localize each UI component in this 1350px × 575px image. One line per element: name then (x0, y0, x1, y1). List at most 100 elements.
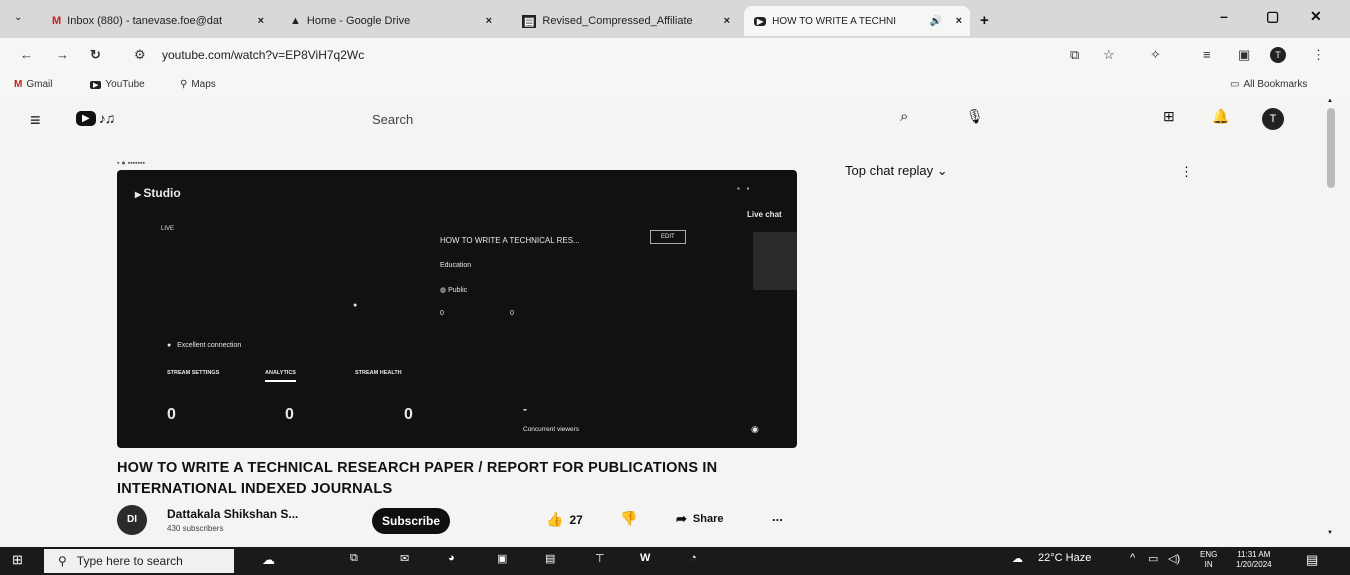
studio-edit-button: EDIT (650, 230, 686, 244)
scroll-up-icon[interactable]: ▲ (1327, 98, 1333, 104)
bookmark-gmail[interactable]: M Gmail (14, 79, 52, 90)
windows-taskbar: ⊞ ⚲ Type here to search ☁ ⧉ ✉ ◕ ▣ ▤ ⊤ W … (0, 547, 1350, 575)
store-icon[interactable]: ▣ (497, 552, 507, 565)
notifications-bell-icon[interactable]: 🔔 (1212, 108, 1229, 125)
studio-top-icons: ▪ ▪ (737, 184, 750, 193)
chrome-icon[interactable]: ◕ (448, 552, 455, 564)
studio-help-icon: ◉ (751, 424, 759, 434)
like-count: 27 (569, 512, 583, 527)
bookmarks-bar: M Gmail ▶ YouTube ⚲ Maps ▭ All Bookmarks (0, 74, 1350, 98)
profile-avatar[interactable]: T (1270, 47, 1286, 63)
scroll-down-icon[interactable]: ▼ (1327, 530, 1333, 536)
tab-drive[interactable]: ▲ Home - Google Drive × (280, 6, 500, 36)
channel-name[interactable]: Dattakala Shikshan S... (167, 507, 298, 521)
clock[interactable]: 11:31 AM 1/20/2024 (1236, 550, 1272, 570)
tray-chevron-icon[interactable]: ^ (1130, 552, 1135, 564)
back-icon[interactable]: ← (20, 47, 33, 62)
search-icon[interactable]: ⌕ (900, 108, 908, 125)
menu-icon[interactable]: ⋮ (1312, 47, 1325, 63)
weather-label[interactable]: 22°C Haze (1038, 552, 1091, 564)
tab-label: Inbox (880) - tanevase.foe@dat (67, 15, 223, 27)
status-dot-icon: ● (167, 342, 178, 349)
close-icon[interactable]: × (486, 15, 492, 27)
volume-icon[interactable]: ◁) (1168, 552, 1180, 565)
speaker-icon[interactable]: 🔊 (930, 16, 942, 27)
studio-video-title: HOW TO WRITE A TECHNICAL RES... (440, 236, 580, 245)
side-panel-icon[interactable]: ▣ (1238, 47, 1250, 63)
new-tab-button[interactable]: + (980, 12, 989, 29)
bookmark-star-icon[interactable]: ☆ (1103, 47, 1115, 63)
like-button[interactable]: 👍 27 (546, 511, 583, 528)
folder-icon: ▭ (1230, 79, 1240, 90)
extensions-icon[interactable]: ✧ (1150, 47, 1161, 63)
channel-avatar[interactable]: DI (117, 505, 147, 535)
tab-doc[interactable]: ▤ Revised_Compressed_Affiliate × (512, 6, 738, 36)
youtube-header: ≡ ▶ ♪♫ Search ⌕ 🎙 ⊞ 🔔 T (0, 98, 1320, 142)
tab-label: Home - Google Drive (306, 15, 411, 27)
account-avatar[interactable]: T (1262, 108, 1284, 130)
windows-start-icon[interactable]: ⊞ (12, 552, 23, 568)
share-button[interactable]: ➦ Share (676, 511, 723, 527)
maximize-icon[interactable]: ▢ (1266, 8, 1279, 25)
close-icon[interactable]: × (258, 15, 264, 27)
studio-visibility: ◍ Public (440, 287, 468, 294)
language-indicator[interactable]: ENG IN (1200, 550, 1217, 570)
forward-icon[interactable]: → (56, 47, 69, 62)
more-actions-button[interactable]: ... (772, 509, 783, 524)
youtube-icon: ▶ (754, 16, 767, 26)
scrollbar-thumb[interactable] (1327, 108, 1335, 188)
taskbar-widget-icon[interactable]: ☁ (262, 552, 275, 568)
task-view-icon[interactable]: ⧉ (350, 552, 358, 565)
app-icon[interactable]: ◔ (690, 552, 697, 564)
studio-counter-2: 0 (285, 406, 294, 423)
media-icon[interactable]: ≡ (1203, 47, 1211, 62)
video-title: HOW TO WRITE A TECHNICAL RESEARCH PAPER … (117, 460, 718, 497)
close-window-icon[interactable]: ✕ (1310, 8, 1322, 25)
studio-tab-analytics: ANALYTICS (265, 370, 296, 382)
microphone-icon[interactable]: 🎙 (966, 108, 984, 125)
cast-icon[interactable]: ⧉ (1070, 47, 1079, 63)
drive-icon: ▲ (290, 15, 301, 27)
create-video-icon[interactable]: ⊞ (1163, 108, 1175, 125)
url-field[interactable]: youtube.com/watch?v=EP8ViH7q2Wc (162, 48, 364, 62)
bookmark-label: Gmail (26, 79, 53, 90)
file-explorer-icon[interactable]: ▤ (545, 552, 555, 565)
mail-icon[interactable]: ✉ (400, 552, 409, 565)
share-label: Share (692, 513, 724, 525)
reload-icon[interactable]: ↻ (90, 47, 101, 63)
youtube-play-icon: ▶ (76, 110, 96, 126)
network-tool-icon[interactable]: ⊤ (595, 552, 605, 565)
hamburger-menu-icon[interactable]: ≡ (30, 110, 41, 131)
network-icon[interactable]: ▭ (1148, 552, 1158, 565)
word-icon[interactable]: W (640, 552, 650, 564)
address-bar-row: ← → ↻ ⚙ youtube.com/watch?v=EP8ViH7q2Wc … (0, 38, 1350, 74)
page-scrollbar[interactable]: ▲ ▼ (1322, 98, 1340, 543)
bookmark-maps[interactable]: ⚲ Maps (180, 79, 216, 90)
taskbar-search-input[interactable]: ⚲ Type here to search (44, 549, 234, 573)
subscriber-count: 430 subscribers (167, 524, 224, 533)
gmail-icon: M (14, 79, 23, 90)
video-player[interactable]: ▶ Studio ▪ ▪ Live chat LIVE HOW TO WRITE… (117, 170, 797, 448)
subscribe-button[interactable]: Subscribe (372, 508, 450, 534)
tab-gmail[interactable]: M Inbox (880) - tanevase.foe@dat × (42, 6, 272, 36)
tab-label: Revised_Compressed_Affiliate (542, 15, 693, 27)
studio-counter-1: 0 (167, 406, 176, 423)
chat-header-label: Top chat replay (845, 163, 934, 178)
chat-replay-dropdown[interactable]: Top chat replay ⌄ (845, 163, 948, 179)
youtube-logo[interactable]: ▶ ♪♫ (76, 110, 115, 126)
live-chat-panel-preview (753, 232, 797, 290)
close-icon[interactable]: × (724, 15, 730, 27)
search-input[interactable]: Search (364, 106, 894, 136)
bookmark-youtube[interactable]: ▶ YouTube (90, 79, 145, 90)
all-bookmarks[interactable]: ▭ All Bookmarks (1230, 79, 1307, 90)
weather-icon: ☁ (1012, 553, 1023, 565)
notification-center-icon[interactable]: ▤ (1306, 552, 1318, 568)
chat-menu-icon[interactable]: ⋮ (1180, 164, 1193, 180)
youtube-icon: ▶ (90, 80, 102, 89)
tab-search-icon[interactable]: ⌄ (14, 12, 22, 23)
minimize-icon[interactable]: – (1220, 8, 1228, 24)
thumbs-down-icon[interactable]: 👎 (620, 510, 637, 527)
close-icon[interactable]: × (956, 15, 962, 27)
site-settings-icon[interactable]: ⚙ (134, 47, 146, 63)
tab-youtube-active[interactable]: ▶ HOW TO WRITE A TECHNI 🔊 × (744, 6, 970, 36)
